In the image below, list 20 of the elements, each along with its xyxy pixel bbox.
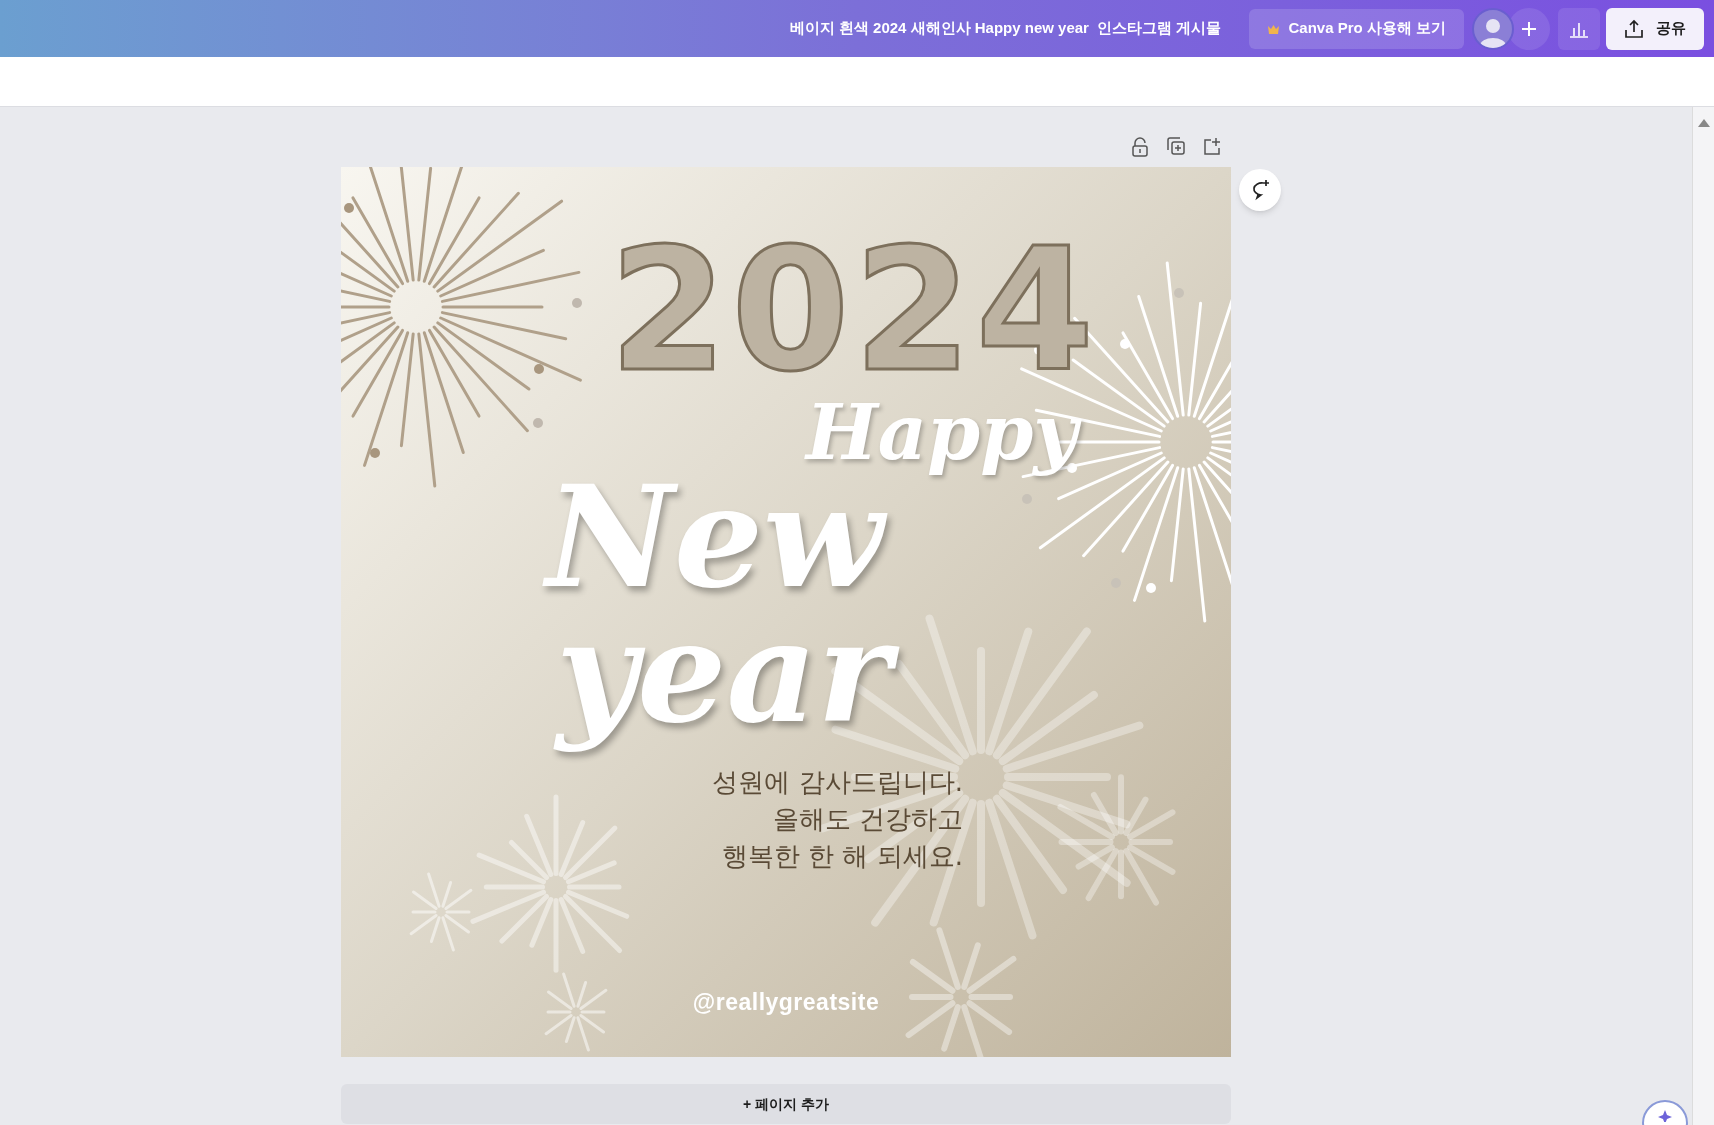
avatar[interactable] [1472, 7, 1514, 50]
unlock-icon[interactable] [1131, 137, 1149, 157]
greeting-line: 행복한 한 해 되세요. [721, 841, 963, 872]
plus-icon [1521, 20, 1537, 37]
upload-icon [1624, 18, 1644, 39]
canva-pro-button[interactable]: Canva Pro 사용해 보기 [1249, 8, 1464, 49]
scroll-up-icon[interactable] [1697, 119, 1710, 127]
scrollbar[interactable] [1692, 107, 1714, 1125]
crown-icon [1267, 23, 1281, 34]
design-canvas[interactable]: 2024 Happy New year 성원에 감사드립니다. 올해도 건강하고 행복한 한 해 되세요. @reallygreatsite [341, 167, 1231, 1057]
greeting-line: 성원에 감사드립니다. [712, 767, 963, 798]
website-handle: @reallygreatsite [691, 988, 881, 1017]
greeting-line: 올해도 건강하고 [772, 804, 963, 835]
share-button[interactable]: 공유 [1606, 7, 1704, 50]
duplicate-icon[interactable] [1167, 137, 1185, 155]
document-title[interactable]: 베이지 흰색 2024 새해인사 Happy new year 인스타그램 게시물 [789, 17, 1222, 40]
add-page-button[interactable]: + 페이지 추가 [341, 1084, 1231, 1124]
comment-button[interactable] [1239, 169, 1281, 211]
insights-button[interactable] [1558, 7, 1600, 50]
add-page-icon[interactable] [1203, 137, 1221, 155]
